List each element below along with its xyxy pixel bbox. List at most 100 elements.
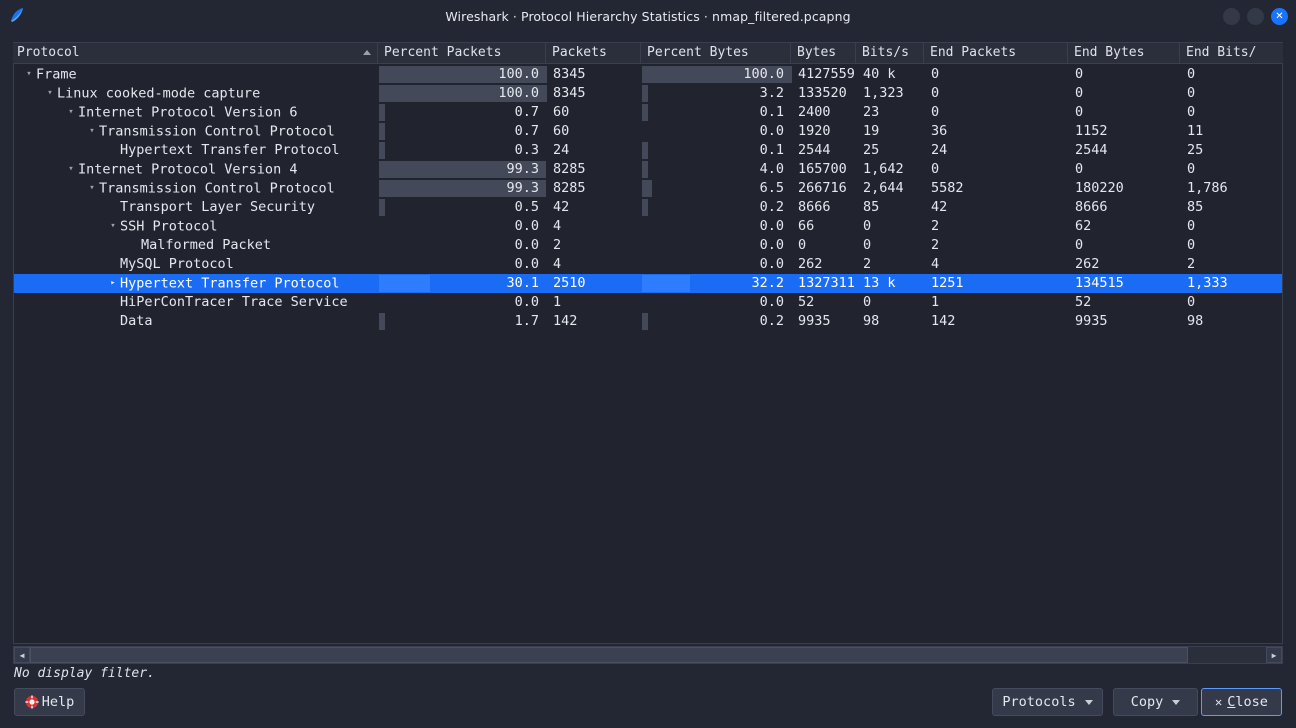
close-dialog-button[interactable]: ✕ Close	[1201, 688, 1282, 716]
collapse-arrow-icon[interactable]: ▾	[43, 84, 57, 103]
cell-end-packets: 24	[925, 141, 1069, 160]
table-row[interactable]: Data1.71420.2993598142993598	[14, 312, 1282, 331]
table-row[interactable]: ▾Linux cooked-mode capture100.083453.213…	[14, 84, 1282, 103]
cell-packets: 1	[547, 293, 642, 312]
table-row[interactable]: ▾Internet Protocol Version 60.7600.12400…	[14, 103, 1282, 122]
table-row[interactable]: HiPerConTracer Trace Service0.010.052015…	[14, 293, 1282, 312]
cell-percent-packets: 0.0	[379, 217, 547, 236]
collapse-arrow-icon[interactable]: ▾	[85, 122, 99, 141]
cell-packets: 60	[547, 103, 642, 122]
table-row[interactable]: ▾Transmission Control Protocol99.382856.…	[14, 179, 1282, 198]
column-header-percent-packets[interactable]: Percent Packets	[378, 43, 546, 63]
cell-end-bytes: 0	[1069, 65, 1181, 84]
chevron-down-icon	[1085, 700, 1093, 705]
percent-packets-value: 30.1	[379, 274, 547, 293]
table-row[interactable]: ▾Transmission Control Protocol0.7600.019…	[14, 122, 1282, 141]
collapse-arrow-icon[interactable]: ▾	[85, 179, 99, 198]
scroll-right-arrow-icon[interactable]: ▶	[1266, 647, 1282, 663]
cell-bytes: 1327311	[792, 274, 857, 293]
cell-end-bytes: 180220	[1069, 179, 1181, 198]
cell-protocol: ▸Hypertext Transfer Protocol	[14, 274, 379, 293]
cell-end-bytes: 0	[1069, 236, 1181, 255]
collapse-arrow-icon[interactable]: ▾	[22, 65, 36, 84]
table-row[interactable]: ▾Frame100.08345100.0412755940 k000	[14, 65, 1282, 84]
cell-bits-per-second: 0	[857, 293, 925, 312]
column-header-bytes[interactable]: Bytes	[791, 43, 856, 63]
minimize-button[interactable]	[1223, 8, 1240, 25]
table-row[interactable]: Hypertext Transfer Protocol0.3240.125442…	[14, 141, 1282, 160]
cell-packets: 142	[547, 312, 642, 331]
percent-packets-value: 0.0	[379, 293, 547, 312]
table-row[interactable]: ▾Internet Protocol Version 499.382854.01…	[14, 160, 1282, 179]
cell-bits-per-second: 1,323	[857, 84, 925, 103]
horizontal-scrollbar[interactable]: ◀ ▶	[13, 646, 1283, 664]
cell-bytes: 4127559	[792, 65, 857, 84]
cell-bytes: 8666	[792, 198, 857, 217]
cell-protocol: Transport Layer Security	[14, 198, 379, 217]
table-row[interactable]: Malformed Packet0.020.000200	[14, 236, 1282, 255]
title-bar: Wireshark · Protocol Hierarchy Statistic…	[0, 0, 1296, 32]
cell-end-bytes: 1152	[1069, 122, 1181, 141]
button-bar: Help Protocols Copy ✕ Close	[0, 688, 1296, 716]
scrollbar-track[interactable]	[30, 647, 1266, 663]
cell-protocol: ▾Frame	[14, 65, 379, 84]
table-row[interactable]: MySQL Protocol0.040.0262242622	[14, 255, 1282, 274]
cell-protocol: HiPerConTracer Trace Service	[14, 293, 379, 312]
cell-end-bits-per-second: 85	[1181, 198, 1279, 217]
cell-end-bits-per-second: 25	[1181, 141, 1279, 160]
protocol-name: Hypertext Transfer Protocol	[120, 142, 339, 158]
column-header-end-bits-per-second[interactable]: End Bits/	[1180, 43, 1278, 63]
copy-button[interactable]: Copy	[1113, 688, 1198, 716]
cell-percent-packets: 100.0	[379, 84, 547, 103]
cell-end-packets: 2	[925, 217, 1069, 236]
cell-packets: 8285	[547, 160, 642, 179]
protocols-button-label: Protocols	[1002, 694, 1075, 710]
column-header-protocol-label: Protocol	[17, 45, 80, 60]
cell-end-packets: 0	[925, 103, 1069, 122]
help-button-label: Help	[42, 694, 75, 710]
column-header-packets[interactable]: Packets	[546, 43, 641, 63]
column-header-bits-per-second[interactable]: Bits/s	[856, 43, 924, 63]
cell-percent-bytes: 0.0	[642, 122, 792, 141]
percent-packets-value: 1.7	[379, 312, 547, 331]
column-header-end-bytes[interactable]: End Bytes	[1068, 43, 1180, 63]
scroll-left-arrow-icon[interactable]: ◀	[14, 647, 30, 663]
cell-packets: 2	[547, 236, 642, 255]
close-window-button[interactable]: ✕	[1271, 8, 1288, 25]
column-header-percent-bytes[interactable]: Percent Bytes	[641, 43, 791, 63]
cell-bits-per-second: 19	[857, 122, 925, 141]
cell-end-bits-per-second: 0	[1181, 160, 1279, 179]
cell-end-bytes: 134515	[1069, 274, 1181, 293]
cell-bits-per-second: 23	[857, 103, 925, 122]
protocol-name: Transport Layer Security	[120, 199, 315, 215]
table-row[interactable]: Transport Layer Security0.5420.286668542…	[14, 198, 1282, 217]
cell-bytes: 2544	[792, 141, 857, 160]
cell-bits-per-second: 0	[857, 236, 925, 255]
scrollbar-thumb[interactable]	[30, 647, 1188, 663]
expand-arrow-icon[interactable]: ▸	[106, 274, 120, 293]
percent-packets-value: 0.0	[379, 217, 547, 236]
help-button[interactable]: Help	[14, 688, 85, 716]
table-header-row: Protocol Percent Packets Packets Percent…	[13, 42, 1283, 64]
percent-packets-value: 99.3	[379, 179, 547, 198]
cell-bytes: 262	[792, 255, 857, 274]
cell-end-bytes: 62	[1069, 217, 1181, 236]
cell-bits-per-second: 40 k	[857, 65, 925, 84]
table-row[interactable]: ▸Hypertext Transfer Protocol30.1251032.2…	[14, 274, 1282, 293]
protocols-button[interactable]: Protocols	[992, 688, 1103, 716]
percent-bytes-value: 100.0	[642, 65, 792, 84]
cell-percent-bytes: 0.2	[642, 198, 792, 217]
collapse-arrow-icon[interactable]: ▾	[64, 160, 78, 179]
column-header-protocol[interactable]: Protocol	[13, 43, 378, 63]
collapse-arrow-icon[interactable]: ▾	[106, 217, 120, 236]
cell-end-bits-per-second: 0	[1181, 84, 1279, 103]
table-row[interactable]: ▾SSH Protocol0.040.06602620	[14, 217, 1282, 236]
protocol-name: MySQL Protocol	[120, 256, 234, 272]
cell-percent-bytes: 0.2	[642, 312, 792, 331]
collapse-arrow-icon[interactable]: ▾	[64, 103, 78, 122]
percent-bytes-value: 0.0	[642, 293, 792, 312]
cell-protocol: ▾Internet Protocol Version 4	[14, 160, 379, 179]
column-header-end-packets[interactable]: End Packets	[924, 43, 1068, 63]
percent-packets-value: 0.7	[379, 122, 547, 141]
maximize-button[interactable]	[1247, 8, 1264, 25]
